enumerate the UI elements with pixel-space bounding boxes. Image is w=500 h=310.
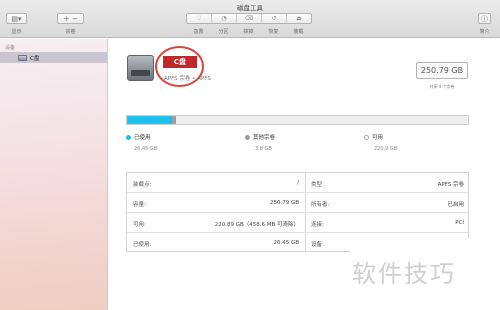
mount-icon[interactable]: ⏏ [287,14,311,23]
info-key: 可用: [133,222,146,228]
info-row: 装载点: / 类型: APFS 宗卷 [127,173,468,193]
window-title: 磁盘工具 [237,4,263,12]
info-key: 容量: [133,202,146,208]
info-button[interactable]: ⓘ [478,13,491,24]
capacity-box: 250.79 GB [416,62,468,79]
partition-icon[interactable]: ◔ [212,14,237,23]
info-icon: ⓘ [481,14,488,23]
legend-other-value: 3.8 GB [255,146,272,152]
info-value: 已启用 [447,202,464,208]
action-segment[interactable]: ♡ ◔ ⌫ ↺ ⏏ [186,13,312,24]
first-aid-label: 急救 [193,29,204,35]
info-row: 容量: 250.79 GB 所有者: 已启用 [127,193,468,213]
legend-used-value: 26.45 GB [134,146,158,152]
free-dot-icon [364,134,369,140]
partition-label: 分区 [218,29,229,35]
erase-icon[interactable]: ⌫ [237,14,262,23]
usage-used-fill [127,116,172,124]
add-volume-icon: ＋ − [62,14,79,23]
info-row: 可用: 220.89 GB（458.6 MB 可清除） 连接: PCI [127,213,468,233]
legend-other: 其他宗卷 [245,133,275,141]
usage-bar [126,115,469,125]
view-label: 显示 [11,29,22,35]
toolbar: 磁盘工具 ▤▾ 显示 ＋ − 宗卷 ♡ ◔ ⌫ ↺ ⏏ 急救 分区 抹掉 恢复 … [0,0,500,38]
info-key: 所有者: [311,202,330,208]
info-value: APFS 宗卷 [437,182,464,188]
capacity-subtitle: 共享 4 个宗卷 [429,84,455,89]
sidebar-section-title: 设备 [5,45,16,51]
used-dot-icon [126,134,131,140]
sidebar-item-label: C盘 [30,55,40,62]
info-key: 类型: [311,182,324,188]
info-key: 装载点: [133,182,152,188]
erase-label: 抹掉 [243,29,254,35]
legend-free-label: 可用 [372,135,384,141]
info-value: 220.89 GB（458.6 MB 可清除） [214,222,299,228]
legend-used-label: 已使用 [134,135,151,141]
restore-label: 恢复 [268,29,279,35]
hard-drive-icon [127,55,154,81]
sidebar-toggle-icon: ▤▾ [11,14,22,23]
info-value: PCI [455,220,464,226]
info-value: 26.45 GB [273,240,299,246]
info-key: 连接: [311,222,324,228]
usage-other-fill [172,116,177,124]
info-label: 简介 [479,29,490,35]
legend-used: 已使用 [126,133,151,141]
disk-icon [18,54,27,61]
info-key: 已使用: [133,242,152,248]
info-key: 设备: [311,242,324,248]
other-dot-icon [245,134,250,140]
view-button[interactable]: ▤▾ [6,13,27,24]
legend-free-value: 220.9 GB [374,146,398,152]
mount-label: 装载 [293,29,304,35]
volume-description: APFS 宗卷 • APFS [164,76,211,82]
sidebar-item-c-drive[interactable]: C盘 [0,52,107,63]
info-value: 250.79 GB [269,200,299,206]
volume-label: 宗卷 [65,29,76,35]
first-aid-icon[interactable]: ♡ [187,14,212,23]
legend-free: 可用 [364,133,383,141]
info-value: / [297,180,299,186]
restore-icon[interactable]: ↺ [262,14,287,23]
volume-buttons[interactable]: ＋ − [57,13,84,24]
sidebar: 设备 C盘 [0,39,108,310]
legend-other-label: 其他宗卷 [253,135,276,141]
watermark-text: 软件技巧 [352,260,456,288]
